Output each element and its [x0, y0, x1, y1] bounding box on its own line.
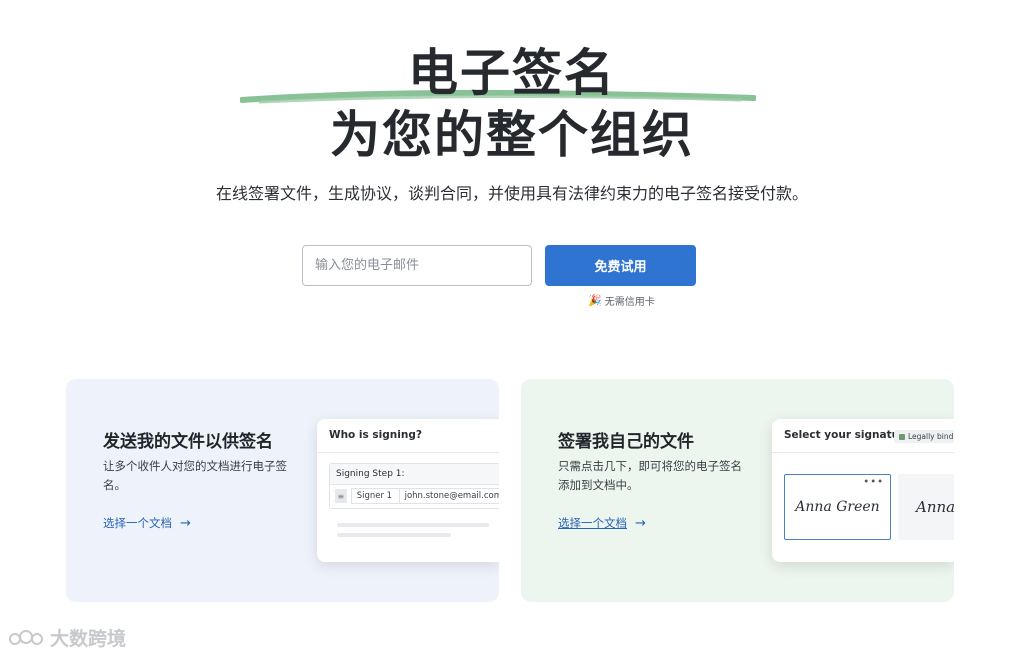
- watermark-logo: 大数跨境: [8, 624, 126, 651]
- hero-title-line-1: 电子签名: [408, 44, 616, 102]
- arrow-right-icon: →: [180, 515, 191, 531]
- signing-step-box: Signing Step 1: ≡ Signer 1 john.stone@em…: [329, 463, 499, 509]
- arrow-right-icon: →: [635, 515, 646, 531]
- drag-handle-icon: ≡: [335, 489, 347, 503]
- signature-text: Anna G: [916, 498, 954, 516]
- self-choose-document-link[interactable]: 选择一个文档 →: [558, 515, 646, 531]
- legally-binding-badge: Legally binding: [894, 430, 954, 443]
- hero-subtitle: 在线签署文件，生成协议，谈判合同，并使用具有法律约束力的电子签名接受付款。: [215, 184, 808, 203]
- no-credit-card-text: 无需信用卡: [604, 297, 655, 308]
- legally-binding-label: Legally binding: [908, 432, 954, 441]
- sign-own-document-card[interactable]: 签署我自己的文件 只需点击几下，即可将您的电子签名添加到文档中。 选择一个文档 …: [521, 379, 954, 602]
- watermark-icon: [9, 629, 43, 645]
- who-is-signing-title: Who is signing?: [317, 419, 499, 453]
- send-document-card[interactable]: 发送我的文件以供签名 让多个收件人对您的文档进行电子签名。 选择一个文档 → W…: [66, 379, 499, 602]
- no-credit-card-note: 🎉 无需信用卡: [588, 293, 655, 308]
- send-card-description: 让多个收件人对您的文档进行电子签名。: [103, 459, 287, 492]
- placeholder-bar: [337, 533, 451, 537]
- send-choose-document-link[interactable]: 选择一个文档 →: [103, 515, 191, 531]
- watermark-text: 大数跨境: [50, 628, 127, 650]
- self-choose-document-label: 选择一个文档: [558, 516, 627, 530]
- more-options-icon[interactable]: •••: [863, 477, 884, 488]
- party-popper-icon: 🎉: [588, 294, 602, 307]
- email-input[interactable]: [302, 245, 532, 286]
- signing-step-label: Signing Step 1:: [330, 464, 499, 485]
- signer-row: ≡ Signer 1 john.stone@email.com: [330, 485, 499, 507]
- signer-email-field: john.stone@email.com: [399, 488, 499, 504]
- self-card-title: 签署我自己的文件: [558, 432, 694, 452]
- signer-name-field: Signer 1: [350, 488, 400, 504]
- free-trial-button[interactable]: 免费试用: [545, 245, 696, 286]
- placeholder-bar: [337, 523, 489, 527]
- who-is-signing-panel: Who is signing? Signing Step 1: ≡ Signer…: [317, 419, 499, 562]
- signature-text: Anna Green: [795, 499, 880, 515]
- send-card-title: 发送我的文件以供签名: [103, 432, 273, 452]
- signature-option-selected[interactable]: ••• Anna Green: [784, 474, 891, 540]
- self-card-description: 只需点击几下，即可将您的电子签名添加到文档中。: [558, 459, 742, 492]
- send-choose-document-label: 选择一个文档: [103, 516, 172, 530]
- signature-option[interactable]: Anna G: [898, 474, 954, 540]
- lock-icon: [899, 433, 905, 440]
- select-signature-panel: Select your signature Legally binding ••…: [772, 419, 954, 562]
- hero-title-line-2: 为您的整个组织: [330, 106, 694, 164]
